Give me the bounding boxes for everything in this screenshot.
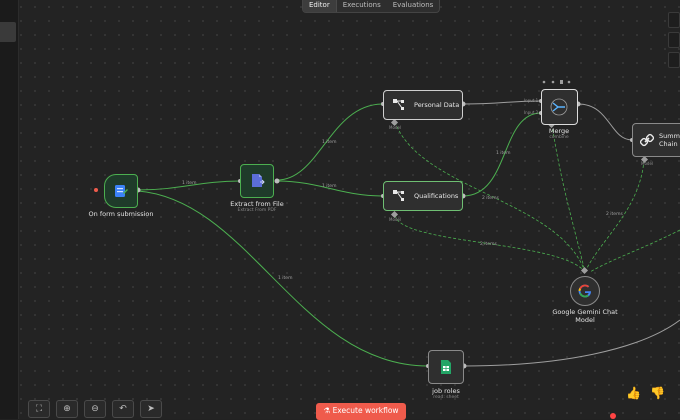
zoom-in-button[interactable]: ⊕ — [56, 400, 78, 418]
edge-merge-gemini — [551, 123, 586, 273]
node-label: Google Gemini Chat Model — [552, 308, 618, 324]
pointer-tool-button[interactable]: ➤ — [140, 400, 162, 418]
zoom-out-button[interactable]: ⊖ — [84, 400, 106, 418]
merge-input-2-label: Input 2 — [524, 110, 539, 115]
node-label: Extract from File — [230, 200, 284, 208]
node-port-label: Model — [641, 161, 654, 166]
thumbs-up-icon[interactable]: 👍 — [626, 386, 641, 400]
progress-marker — [610, 413, 616, 419]
right-panel-button[interactable] — [668, 52, 680, 68]
merge-node-actions[interactable] — [541, 78, 571, 86]
node-personal-data[interactable]: Personal Data — [383, 90, 463, 120]
link-chain-icon — [640, 133, 654, 147]
edge-label: 2 items — [606, 212, 623, 217]
node-sublabel: combine — [549, 135, 569, 140]
node-label: Summa Chain — [659, 132, 680, 148]
edge-label: 2 items — [482, 196, 499, 201]
google-g-icon — [578, 284, 591, 298]
node-label: Personal Data — [414, 101, 460, 109]
right-panel-button[interactable] — [668, 12, 680, 28]
undo-button[interactable]: ↶ — [112, 400, 134, 418]
edge-label: 1 item — [322, 184, 337, 189]
node-form-submission[interactable] — [104, 174, 138, 208]
node-label: Qualifications — [414, 192, 459, 200]
structured-output-icon — [393, 190, 404, 201]
node-port-label: Model — [389, 217, 402, 222]
fit-view-button[interactable]: ⛶ — [28, 400, 50, 418]
node-port-label: Model — [389, 125, 402, 130]
file-extract-icon — [252, 174, 265, 187]
node-sublabel: read: sheet — [433, 395, 459, 400]
execute-workflow-label: Execute workflow — [332, 406, 399, 415]
edge-label: 1 item — [182, 181, 197, 186]
edge-label: 2 items — [480, 242, 497, 247]
right-panel-button[interactable] — [668, 32, 680, 48]
edge-right-gemini — [589, 229, 680, 273]
flask-icon: ⚗ — [323, 406, 333, 415]
edge-label: 1 item — [496, 151, 511, 156]
node-extract-from-file[interactable] — [240, 164, 274, 198]
google-sheets-icon — [441, 360, 451, 374]
node-job-roles[interactable] — [428, 350, 464, 384]
right-toolbar — [668, 12, 680, 92]
form-icon — [115, 185, 128, 197]
node-label: On form submission — [88, 210, 154, 218]
structured-output-icon — [393, 99, 404, 110]
merge-icon — [550, 98, 568, 116]
node-label: job roles — [432, 387, 460, 395]
edge-merge-summary — [577, 103, 633, 141]
node-google-gemini-chat-model[interactable] — [570, 276, 600, 306]
execute-workflow-button[interactable]: ⚗ Execute workflow — [316, 403, 406, 420]
node-summarization-chain[interactable]: Summa Chain — [632, 123, 680, 157]
canvas-toolbar: ⛶ ⊕ ⊖ ↶ ➤ — [28, 400, 162, 418]
edge-jobroles-right — [463, 319, 680, 367]
node-qualifications[interactable]: Qualifications — [383, 181, 463, 211]
edge-label: 1 item — [278, 276, 293, 281]
node-sublabel: Extract From PDF — [237, 208, 277, 213]
node-merge[interactable] — [541, 89, 578, 125]
node-label: Merge — [548, 127, 570, 135]
edge-label: 1 item — [322, 140, 337, 145]
merge-input-1-label: Input 1 — [524, 98, 539, 103]
thumbs-down-icon[interactable]: 👎 — [650, 386, 665, 400]
